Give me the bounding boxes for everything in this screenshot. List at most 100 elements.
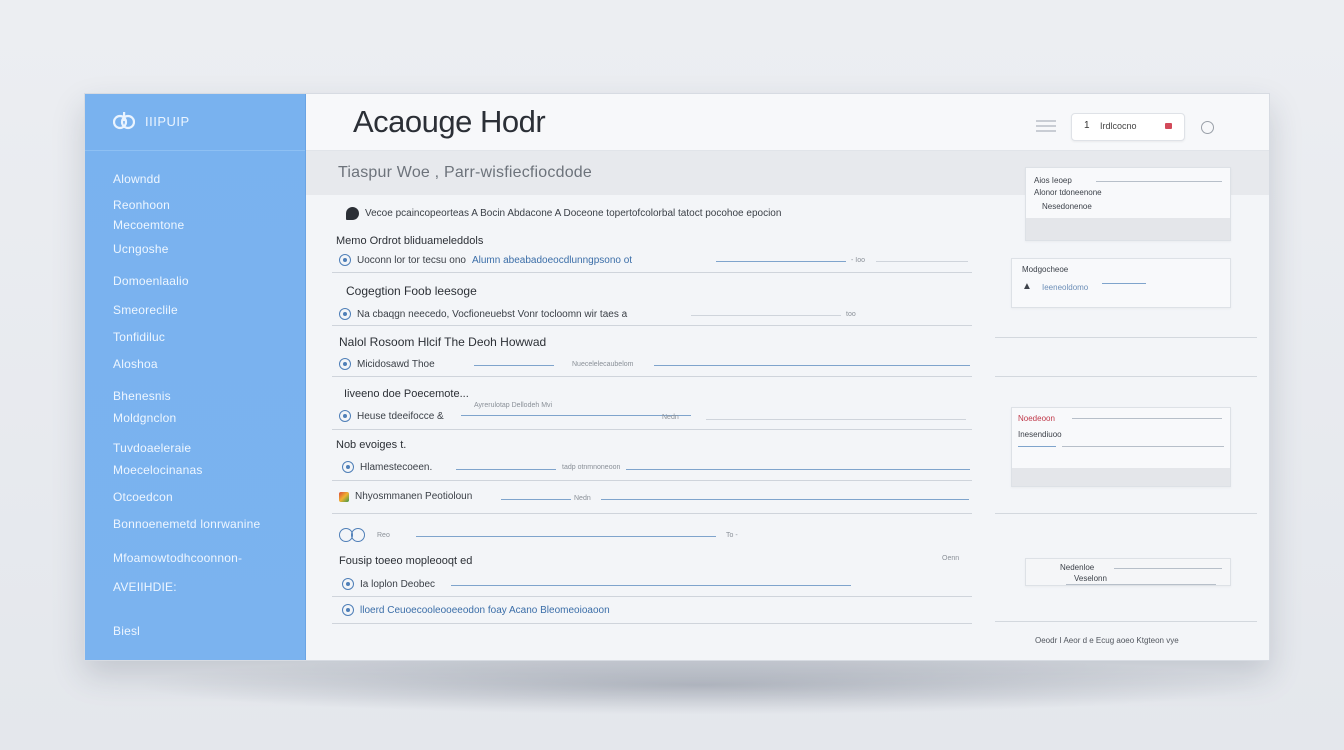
card-line: Ieeneoldomo xyxy=(1042,283,1089,292)
sidebar: IIIPUIP Alowndd Reonhoon Mecoemtone Ucng… xyxy=(85,94,306,660)
footer-text: Oeodr I Aeor d e Ecug aoeo Ktgteon vye xyxy=(1035,636,1179,645)
card-divider xyxy=(1114,568,1222,569)
pill-mark: 1 xyxy=(1084,120,1090,131)
double-circle-icon xyxy=(339,528,371,542)
row-divider xyxy=(332,513,972,514)
divider xyxy=(601,499,969,500)
card-title: Noedeoon xyxy=(1018,414,1055,423)
list-item[interactable]: Nhyosmmanen Peotioloun xyxy=(339,491,472,502)
sidebar-item[interactable]: Domoenlaalio xyxy=(113,274,189,288)
divider xyxy=(654,365,970,366)
sidebar-divider xyxy=(85,150,305,151)
panel-divider xyxy=(995,337,1257,338)
sidebar-logo[interactable]: IIIPUIP xyxy=(113,112,190,130)
card-footer xyxy=(1012,468,1230,486)
sidebar-item[interactable]: Bonnoenemetd lonrwanine xyxy=(113,517,260,531)
item-link[interactable]: Alumn abeabadoeocdlunngpsono ot xyxy=(472,255,632,266)
divider xyxy=(451,585,851,586)
info-card[interactable]: Nedenloe Veselonn xyxy=(1025,558,1231,586)
menu-icon[interactable] xyxy=(1036,120,1056,135)
panel-divider xyxy=(995,621,1257,622)
card-line: Inesendiuoo xyxy=(1018,430,1062,439)
row-text: Reo xyxy=(377,531,390,539)
divider xyxy=(501,499,571,500)
row-divider xyxy=(332,596,972,597)
section-heading: Fousip toeeo mopleooqt ed xyxy=(339,555,473,567)
subheader-text: Tiaspur Woe , Parr-wisfiecfiocdode xyxy=(338,164,593,181)
list-item[interactable]: Ia loplon Deobec xyxy=(342,578,435,590)
sidebar-item[interactable]: Tonfidiluc xyxy=(113,330,165,344)
section-heading: Cogegtion Foob leesoge xyxy=(346,284,477,298)
row-tail: To - xyxy=(726,532,738,539)
divider xyxy=(416,536,716,537)
chat-bubble-icon xyxy=(346,207,359,220)
divider xyxy=(716,261,846,262)
card-footer xyxy=(1026,218,1230,240)
user-circle-icon[interactable] xyxy=(1201,121,1214,134)
card-title: Aios Ieoep xyxy=(1034,176,1072,185)
sidebar-item[interactable]: Biesl xyxy=(113,624,140,638)
panel-divider xyxy=(995,376,1257,377)
sidebar-item[interactable]: Tuvdoaeleraie xyxy=(113,441,191,455)
sidebar-item[interactable]: Ucngoshe xyxy=(113,242,169,256)
divider xyxy=(691,315,841,316)
card-icon-text: ▲ xyxy=(1022,281,1032,292)
sidebar-item[interactable]: Moecelocinanas xyxy=(113,463,203,477)
link-circle-icon xyxy=(342,461,354,473)
app-logo-icon xyxy=(113,112,135,130)
sidebar-item[interactable]: Otcoedcon xyxy=(113,490,173,504)
intro-row: Vecoe pcaincopeorteas A Bocin Abdacone A… xyxy=(346,207,781,220)
item-text: Nhyosmmanen Peotioloun xyxy=(355,491,473,502)
sidebar-item[interactable]: AVEIIHDIE: xyxy=(113,580,177,594)
section-heading: Nob evoiges t. xyxy=(336,439,407,451)
sidebar-item[interactable]: Smeoreclile xyxy=(113,303,178,317)
card-line: Nesedonenoe xyxy=(1042,202,1092,211)
row-divider xyxy=(332,272,972,273)
row-tail: tadp otnmnoneoon xyxy=(562,464,621,471)
row-divider xyxy=(332,325,972,326)
header-status-pill[interactable]: 1 Irdlcocno xyxy=(1071,113,1185,141)
divider xyxy=(474,365,554,366)
row-tail: Oenn xyxy=(942,555,960,562)
sidebar-item[interactable]: Aloshoa xyxy=(113,357,158,371)
section-heading: Memo Ordrot bliduameleddols xyxy=(336,235,484,247)
sidebar-item[interactable]: Mfoamowtodhcoonnon- xyxy=(113,551,242,565)
card-line: Alonor tdoneenone xyxy=(1034,188,1102,197)
list-item[interactable]: Uoconn lor tor tecsu ono Alumn abeabadoe… xyxy=(339,254,632,266)
row-tail: Nedn xyxy=(574,495,591,502)
link-circle-icon xyxy=(342,604,354,616)
info-card[interactable]: Noedeoon Inesendiuoo xyxy=(1011,407,1231,487)
divider xyxy=(461,415,691,416)
list-item[interactable]: Na cbaqgn neecedo, Vocfioneuebst Vonr to… xyxy=(339,308,627,320)
list-item[interactable]: Reo xyxy=(339,528,390,542)
panel-divider xyxy=(995,513,1257,514)
sidebar-item[interactable]: Moldgnclon xyxy=(113,411,176,425)
link-circle-icon xyxy=(339,358,351,370)
sidebar-item[interactable]: Alowndd xyxy=(113,172,160,186)
item-link[interactable]: lloerd Ceuoecooleooeeodon foay Acano Ble… xyxy=(360,605,610,616)
divider xyxy=(456,469,556,470)
list-item[interactable]: Micidosawd Thoe xyxy=(339,358,435,370)
sidebar-item[interactable]: Mecoemtone xyxy=(113,218,184,232)
list-item[interactable]: lloerd Ceuoecooleooeeodon foay Acano Ble… xyxy=(342,604,610,616)
row-divider xyxy=(332,376,972,377)
info-card[interactable]: Modgocheoe ▲ Ieeneoldomo xyxy=(1011,258,1231,308)
list-item[interactable]: Hlamestecoeen. xyxy=(342,461,432,473)
card-line: Veselonn xyxy=(1074,574,1107,583)
item-text: Micidosawd Thoe xyxy=(357,358,435,370)
card-divider xyxy=(1062,446,1224,447)
card-divider xyxy=(1072,418,1222,419)
colored-app-icon xyxy=(339,491,349,502)
list-item[interactable]: Heuse tdeeifocce & xyxy=(339,410,444,422)
logo-text: IIIPUIP xyxy=(145,113,190,129)
section-heading: Iiveeno doe Poecemote... xyxy=(344,388,469,400)
row-tail: too xyxy=(846,311,856,318)
sidebar-item[interactable]: Bhenesnis xyxy=(113,389,171,403)
info-card[interactable]: Aios Ieoep Alonor tdoneenone Nesedonenoe xyxy=(1025,167,1231,241)
card-divider xyxy=(1102,283,1146,284)
link-circle-icon xyxy=(339,308,351,320)
sidebar-item[interactable]: Reonhoon xyxy=(113,198,170,212)
section-heading: Nalol Rosoom Hlcif The Deoh Howwad xyxy=(339,335,547,349)
app-window: IIIPUIP Alowndd Reonhoon Mecoemtone Ucng… xyxy=(84,93,1270,661)
row-tail: - Ioo xyxy=(851,257,866,264)
